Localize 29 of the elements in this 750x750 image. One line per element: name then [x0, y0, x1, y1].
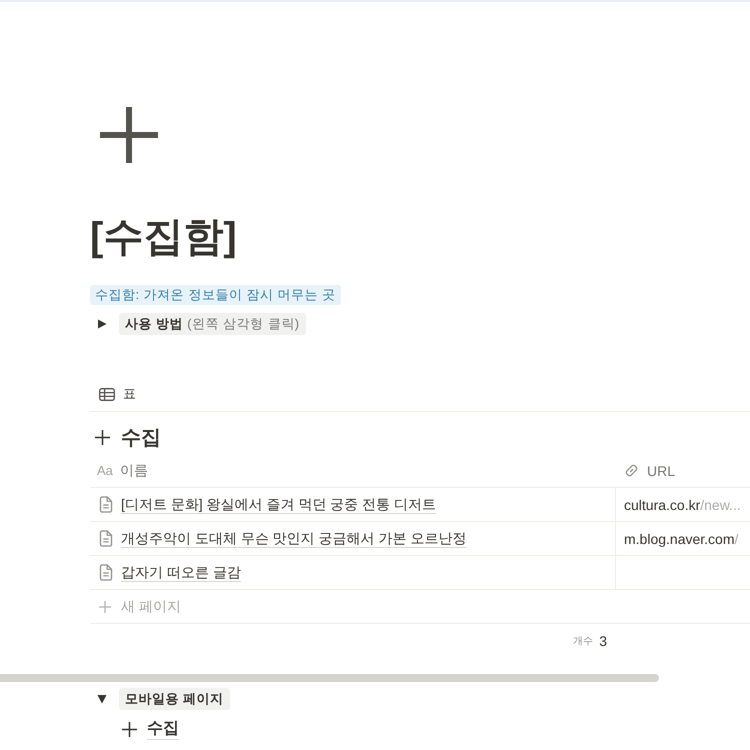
highlighted-text: 수집함: 가져온 정보들이 잠시 머무는 곳	[90, 285, 341, 305]
page-title-link[interactable]: 개성주악이 도대체 무슨 맛인지 궁금해서 가본 오르난정	[121, 530, 466, 548]
database-title[interactable]: 수집	[121, 424, 161, 450]
document-icon	[99, 530, 113, 547]
column-header[interactable]: URL	[615, 454, 750, 487]
toggle-triangle-icon[interactable]	[97, 319, 107, 329]
link-icon	[624, 463, 639, 478]
plus-icon	[122, 722, 137, 736]
toggle-triangle-icon[interactable]	[97, 694, 107, 704]
count-value: 3	[599, 633, 607, 649]
plus-icon	[99, 600, 111, 612]
table-icon	[99, 388, 115, 400]
page-title: [수집함]	[90, 214, 238, 261]
database-title-link[interactable]: 수집	[147, 718, 179, 740]
url-link[interactable]: cultura.co.kr/new...	[624, 496, 741, 512]
plus-icon	[100, 107, 158, 163]
count-label: 개수	[573, 635, 594, 648]
document-icon	[99, 564, 113, 581]
plus-icon	[95, 430, 110, 444]
url-link[interactable]: m.blog.naver.com/	[624, 530, 738, 546]
page-title-link[interactable]: [디저트 문화] 왕실에서 즐겨 먹던 궁중 전통 디저트	[121, 496, 436, 514]
document-icon	[99, 496, 113, 513]
toggle-label: 모바일용 페이지	[119, 688, 230, 710]
column-header[interactable]: Aa 이름	[90, 454, 615, 487]
table-view-tab[interactable]: 표	[90, 382, 136, 406]
horizontal-scrollbar[interactable]	[0, 674, 659, 682]
page-title-link[interactable]: 갑자기 떠오른 글감	[121, 564, 241, 582]
toggle-label: 사용 방법 (왼쪽 삼각형 클릭)	[119, 313, 306, 335]
text-type-icon: Aa	[97, 463, 113, 478]
